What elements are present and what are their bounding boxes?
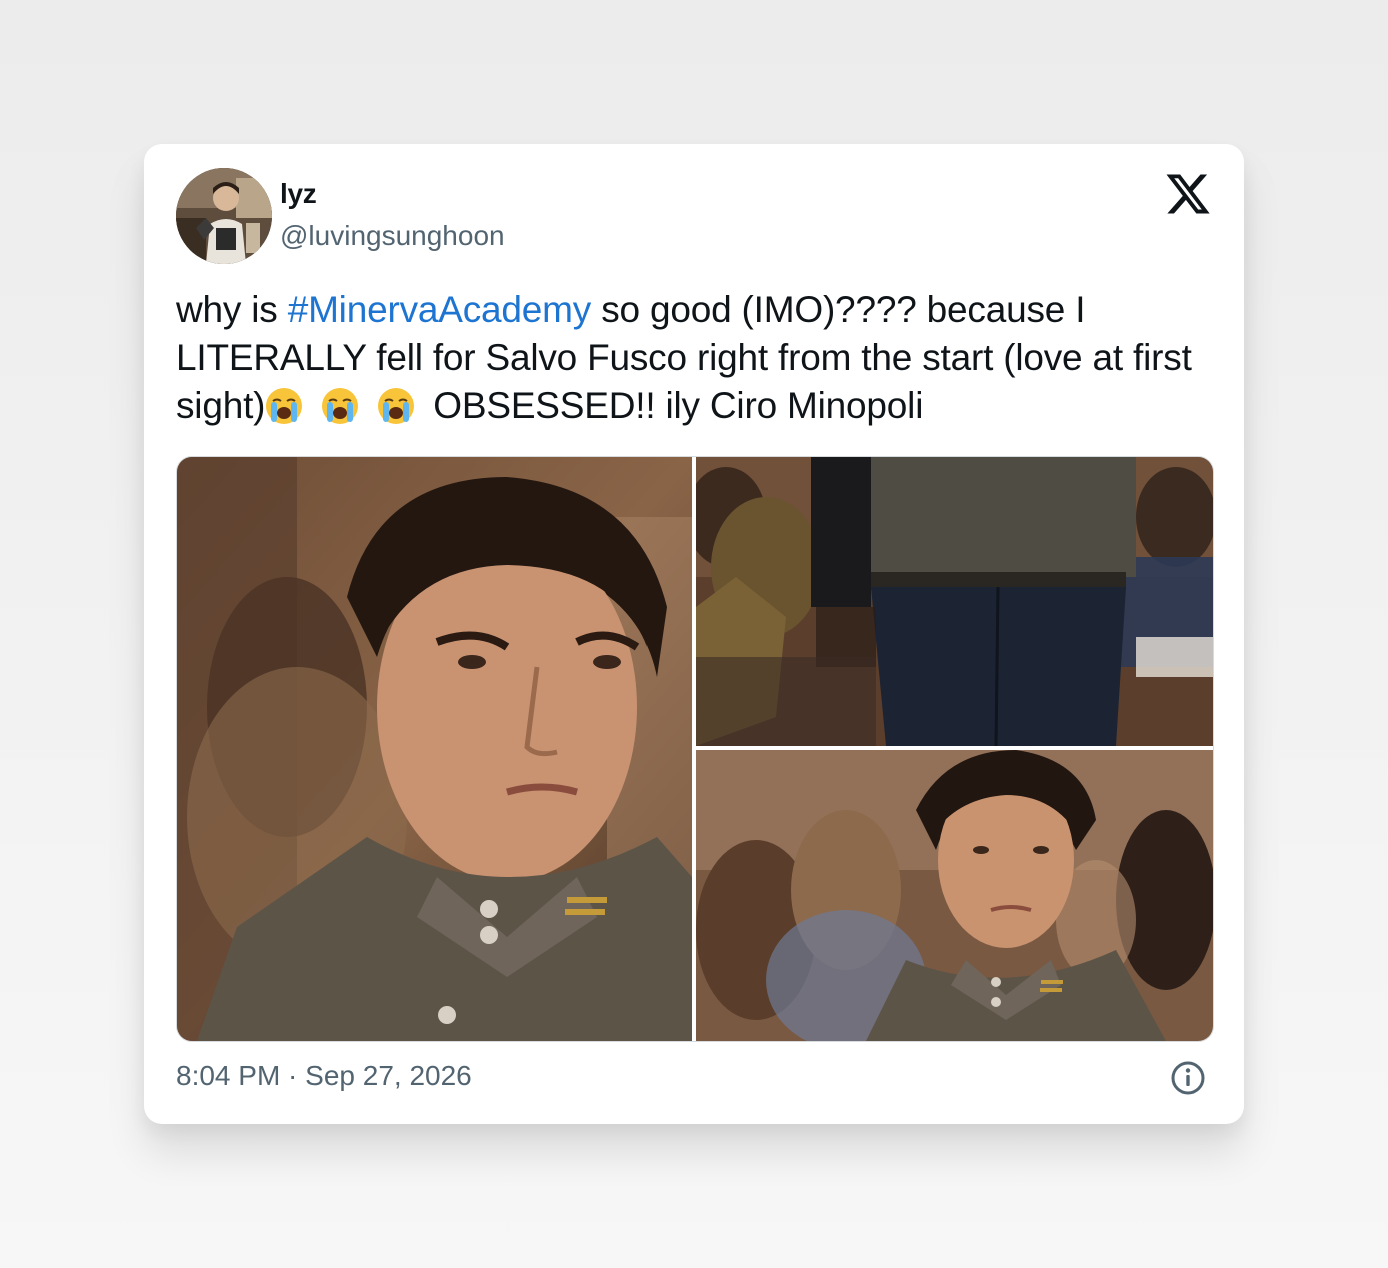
tweet-timestamp[interactable]: 8:04 PM · Sep 27, 2026 [176, 1060, 472, 1092]
loudly-crying-emoji-icon [265, 387, 303, 425]
avatar[interactable] [176, 168, 272, 264]
tweet-card: lyz @luvingsunghoon why is #MinervaAcade… [144, 144, 1244, 1124]
tweet-text: why is #MinervaAcademy so good (IMO)????… [176, 286, 1216, 430]
info-icon[interactable] [1170, 1060, 1206, 1096]
tweet-text-prefix: why is [176, 289, 288, 330]
photo-classroom-walking-icon [696, 457, 1213, 746]
author-display-name[interactable]: lyz [280, 178, 317, 210]
media-photo-1[interactable] [177, 457, 692, 1041]
photo-closeup-portrait-icon [177, 457, 692, 1041]
author-handle[interactable]: @luvingsunghoon [280, 220, 505, 252]
x-logo-icon[interactable] [1164, 170, 1212, 218]
hashtag-link[interactable]: #MinervaAcademy [288, 289, 592, 330]
profile-photo-icon [176, 168, 272, 264]
media-photo-2[interactable] [696, 457, 1213, 746]
media-photo-3[interactable] [696, 750, 1213, 1041]
loudly-crying-emoji-icon [321, 387, 359, 425]
photo-classroom-portrait-icon [696, 750, 1213, 1041]
tweet-text-suffix: OBSESSED!! ily Ciro Minopoli [433, 385, 924, 426]
media-grid [176, 456, 1214, 1042]
loudly-crying-emoji-icon [377, 387, 415, 425]
